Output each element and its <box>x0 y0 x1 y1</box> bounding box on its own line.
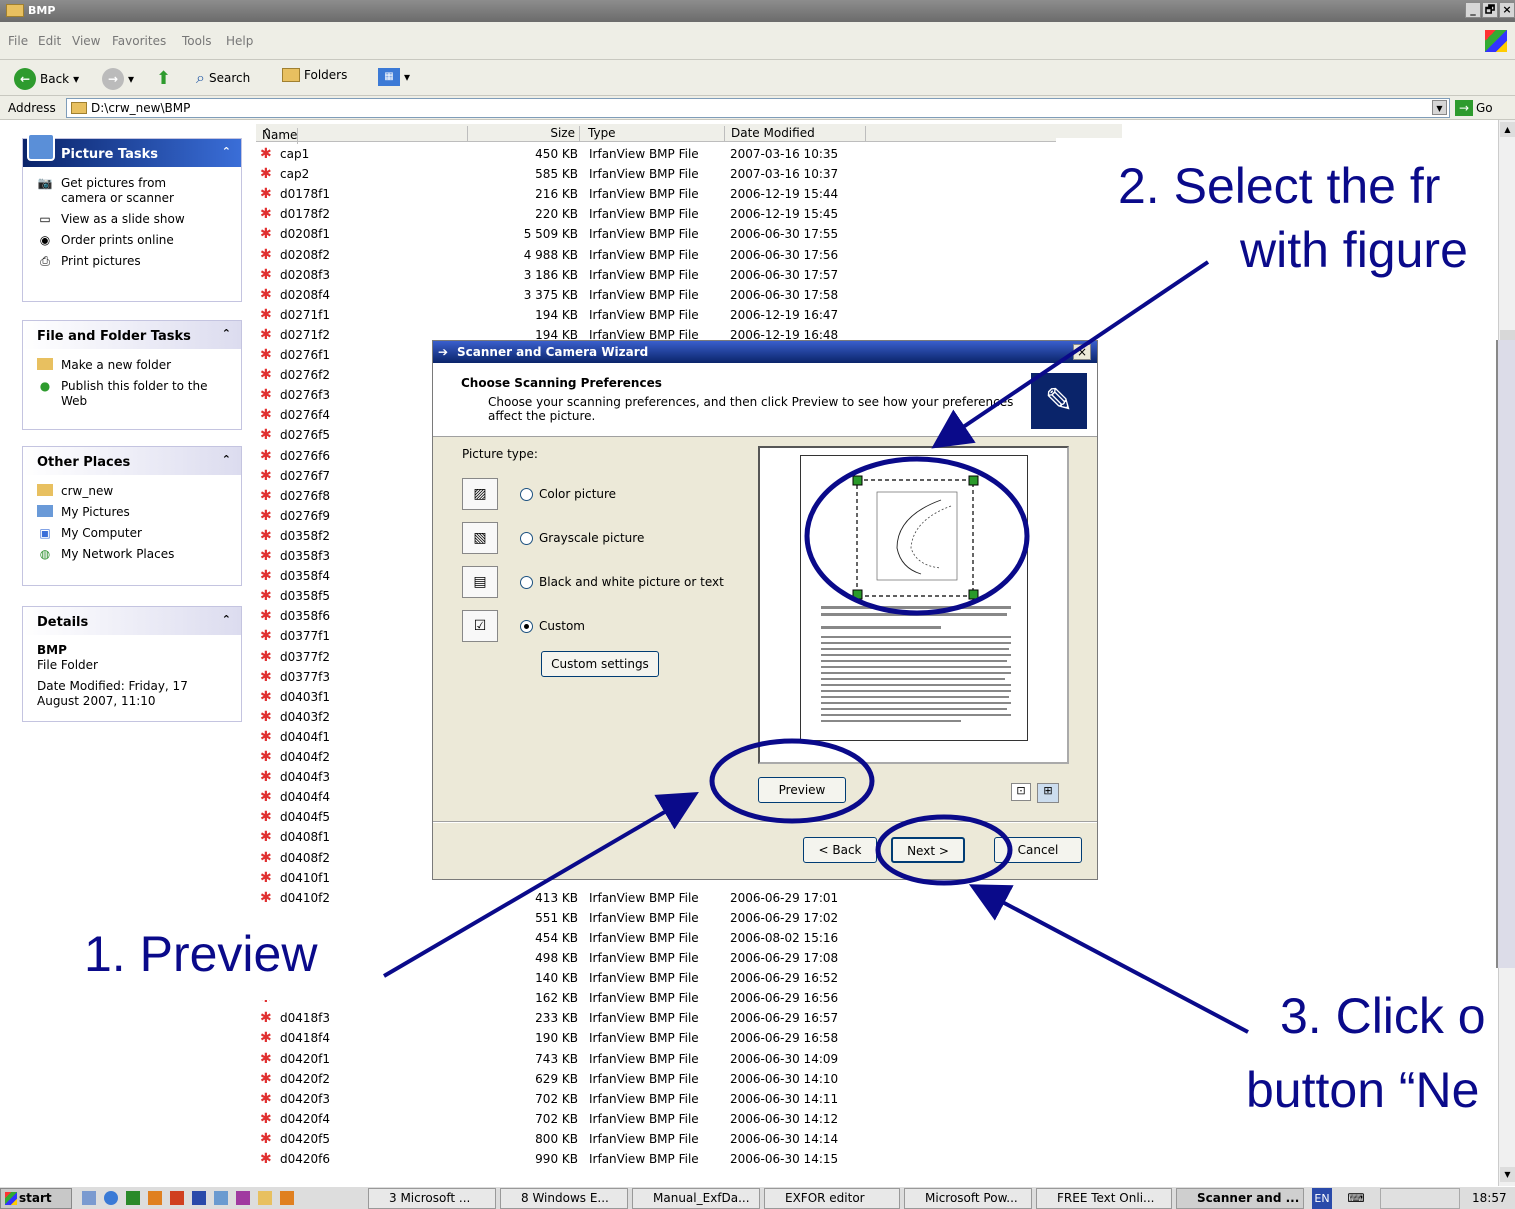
system-tray <box>1380 1188 1460 1209</box>
quicklaunch-ie-icon[interactable] <box>104 1191 118 1205</box>
callout-click-next-line2: button “Ne <box>1246 1062 1480 1118</box>
arrow-to-preview <box>382 791 699 978</box>
keyboard-icon[interactable]: ⌨ <box>1346 1188 1366 1209</box>
clock[interactable]: 18:57 <box>1472 1188 1512 1209</box>
taskbar-free-text-online[interactable]: FREE Text Onli... <box>1036 1188 1172 1209</box>
quicklaunch-app2-icon[interactable] <box>236 1191 250 1205</box>
taskbar-microsoft-outlook[interactable]: 3 Microsoft ... <box>368 1188 496 1209</box>
arrow-to-next <box>968 884 1249 1034</box>
quicklaunch-outlook-icon[interactable] <box>148 1191 162 1205</box>
language-indicator[interactable]: EN <box>1312 1188 1332 1209</box>
taskbar-powerpoint[interactable]: Microsoft Pow... <box>904 1188 1032 1209</box>
callout-preview: 1. Preview <box>84 926 318 982</box>
taskbar-scanner-wizard[interactable]: Scanner and ... <box>1176 1188 1304 1209</box>
callout-click-next-line1: 3. Click o <box>1280 988 1486 1044</box>
start-button[interactable]: start <box>0 1188 72 1209</box>
quicklaunch-excel-icon[interactable] <box>126 1191 140 1205</box>
quicklaunch-folder-icon[interactable] <box>258 1191 272 1205</box>
quicklaunch-word-icon[interactable] <box>192 1191 206 1205</box>
quicklaunch-powerpoint-icon[interactable] <box>170 1191 184 1205</box>
taskbar: start 3 Microsoft ... 8 Windows E... Man… <box>0 1186 1515 1209</box>
highlight-figure-ellipse <box>804 456 1030 616</box>
quicklaunch-outlook2-icon[interactable] <box>280 1191 294 1205</box>
arrow-to-figure <box>931 260 1210 449</box>
windows-flag-icon <box>5 1192 17 1205</box>
taskbar-exfor-editor[interactable]: EXFOR editor <box>764 1188 900 1209</box>
quicklaunch-desktop-icon[interactable] <box>82 1191 96 1205</box>
highlight-next-ellipse <box>875 814 1013 886</box>
taskbar-manual-word[interactable]: Manual_ExfDa... <box>632 1188 760 1209</box>
callout-select-frame-line1: 2. Select the fr <box>1118 158 1441 214</box>
quicklaunch-app-icon[interactable] <box>214 1191 228 1205</box>
highlight-preview-ellipse <box>709 738 875 824</box>
callout-select-frame-line2: with figure <box>1240 222 1468 278</box>
taskbar-windows-explorer[interactable]: 8 Windows E... <box>500 1188 628 1209</box>
